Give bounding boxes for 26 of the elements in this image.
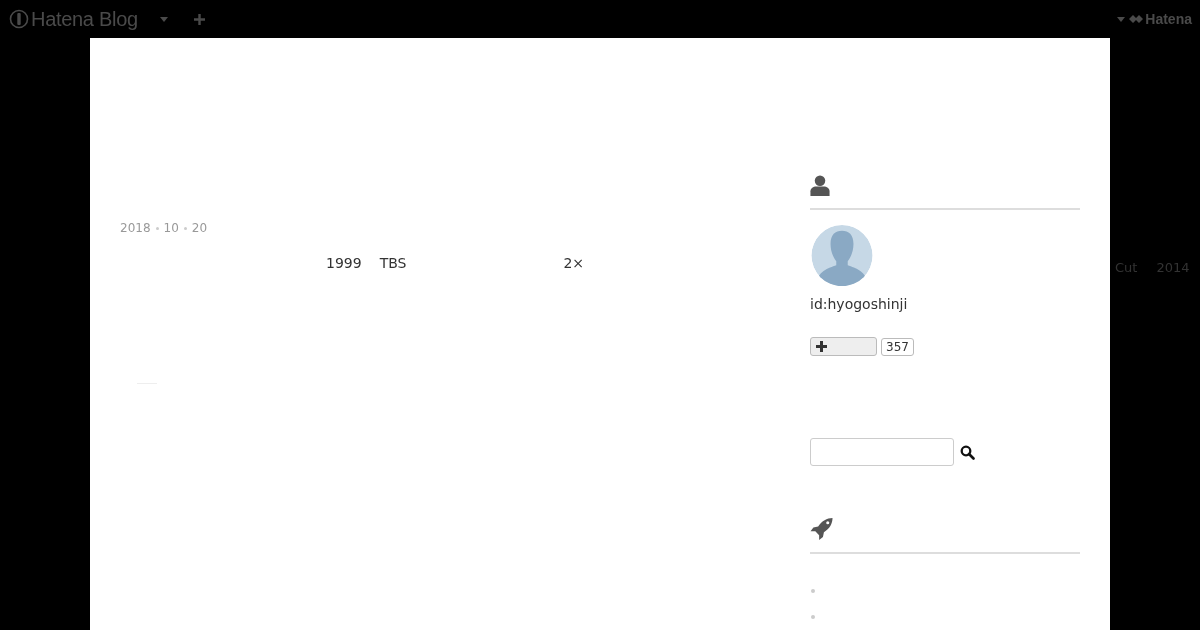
user-id-link[interactable]: id:hyogoshinji [810,296,908,313]
separator-icon [155,226,159,230]
caret-icon[interactable] [159,16,168,22]
plus-icon[interactable] [193,13,205,25]
avatar-icon [810,224,874,287]
search-field[interactable] [810,438,954,467]
bullet-icon [811,615,815,619]
entry-text: 1999 [326,255,362,271]
date-text[interactable]: 2018 [120,221,151,235]
blog-logo[interactable]: Hatena Blog [31,7,138,31]
plus-icon [816,341,827,353]
entry-text: 2× [563,255,585,271]
bookmark-count: 357 [881,337,914,356]
separator-icon [183,226,187,230]
brand-logo[interactable]: Hatena [1145,11,1192,27]
search-icon[interactable] [960,444,975,460]
date-text[interactable]: 10 [163,221,179,235]
bookmark-button[interactable] [810,337,877,357]
brand-icon [1129,14,1144,24]
user-icon [810,175,830,197]
logo-icon [9,9,29,29]
bullet-icon [811,589,815,593]
caret-icon[interactable] [1117,16,1126,22]
entry-text: TBS [379,255,407,271]
date-text[interactable]: 20 [191,221,208,235]
rocket-icon [810,517,834,541]
